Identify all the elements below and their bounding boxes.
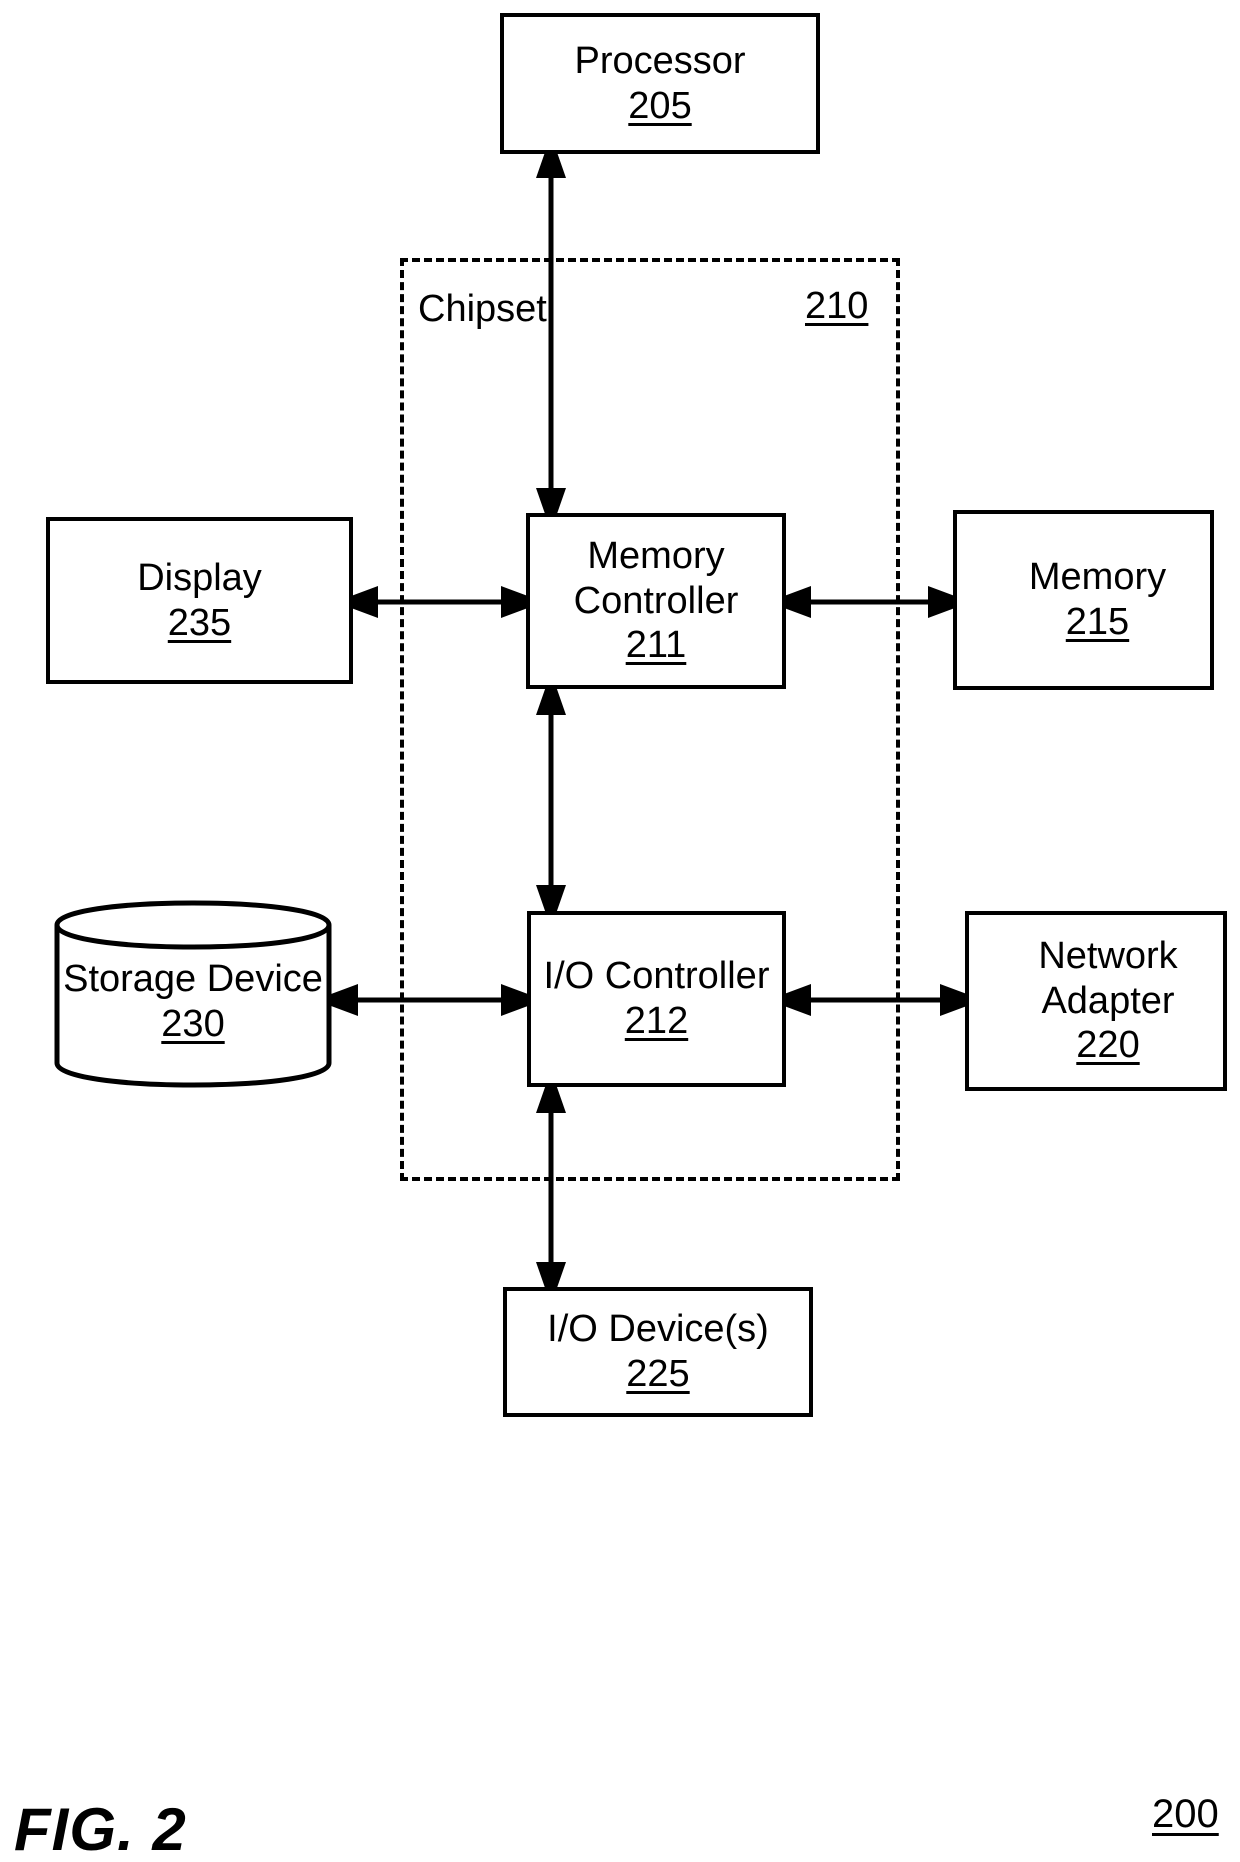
storage-device-label: Storage Device (63, 958, 323, 1000)
network-adapter-reference-numeral: 220 (1076, 1024, 1140, 1067)
memory-controller-label-line2: Controller (573, 579, 739, 622)
memory-node: Memory 215 (953, 510, 1214, 690)
memory-controller-label-line1: Memory (587, 534, 725, 577)
figure-page: Chipset 210 Processor 205 Memory Control… (0, 0, 1240, 1862)
io-devices-reference-numeral: 225 (626, 1353, 690, 1395)
display-label: Display (137, 556, 262, 599)
processor-node: Processor 205 (500, 13, 820, 154)
chipset-reference-numeral: 210 (805, 285, 869, 327)
storage-device-reference-numeral: 230 (161, 1002, 225, 1045)
io-devices-label: I/O Device(s) (547, 1308, 769, 1351)
io-controller-node: I/O Controller 212 (527, 911, 786, 1087)
figure-caption: FIG. 2 (14, 1796, 187, 1862)
display-reference-numeral: 235 (167, 601, 232, 644)
storage-device-label-group: Storage Device 230 (52, 957, 334, 1047)
memory-label: Memory (1028, 556, 1167, 599)
processor-reference-numeral: 205 (628, 84, 692, 127)
io-controller-label: I/O Controller (543, 955, 770, 998)
io-devices-node: I/O Device(s) 225 (503, 1287, 813, 1417)
display-node: Display 235 (46, 517, 353, 684)
network-adapter-label-line2: Adapter (1041, 979, 1175, 1022)
memory-controller-node: Memory Controller 211 (526, 513, 786, 689)
figure-reference-numeral: 200 (1152, 1792, 1219, 1836)
io-controller-reference-numeral: 212 (624, 1000, 689, 1042)
processor-label: Processor (574, 39, 746, 82)
chipset-label: Chipset (418, 288, 547, 330)
network-adapter-node: Network Adapter 220 (965, 911, 1227, 1091)
memory-controller-reference-numeral: 211 (625, 624, 687, 667)
memory-reference-numeral: 215 (1065, 601, 1130, 643)
network-adapter-label-line1: Network (1038, 934, 1178, 977)
